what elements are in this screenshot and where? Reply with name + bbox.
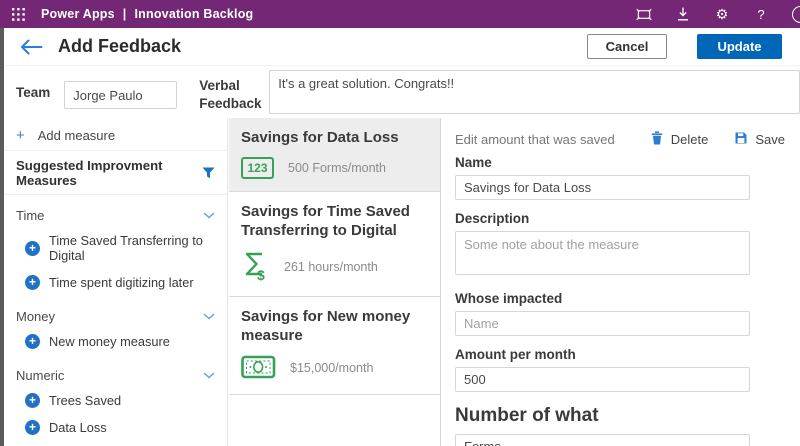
number-of-what-input[interactable] (455, 434, 750, 446)
app-name[interactable]: Power Apps (41, 7, 115, 21)
page-header: Add Feedback Cancel Update (4, 28, 800, 66)
description-textarea[interactable] (455, 231, 750, 275)
trash-icon (651, 131, 663, 148)
editor-heading: Edit amount that was saved (455, 132, 615, 147)
main-content: + Add measure Suggested Improvment Measu… (4, 118, 800, 446)
chevron-down-icon[interactable] (203, 212, 215, 219)
team-label: Team (16, 85, 50, 100)
verbal-feedback-label: Verbal Feedback (199, 77, 263, 112)
team-input[interactable] (64, 81, 177, 109)
measure-editor-panel: Edit amount that was saved Delete (442, 118, 800, 446)
product-name: Innovation Backlog (134, 7, 253, 21)
measure-title: Savings for Data Loss (241, 128, 428, 148)
avatar[interactable] (792, 6, 800, 23)
money-bill-icon (241, 355, 276, 382)
measure-card-new-money[interactable]: Savings for New money measure $15,000/mo… (229, 297, 440, 395)
back-arrow-icon[interactable] (20, 39, 43, 55)
sidebar-item-data-loss[interactable]: + Data Loss (4, 414, 227, 441)
svg-text:$: $ (257, 267, 265, 281)
add-circle-icon: + (25, 393, 40, 408)
chevron-down-icon[interactable] (203, 372, 215, 379)
sidebar-item-time-spent-digitizing[interactable]: + Time spent digitizing later (4, 269, 227, 296)
whose-impacted-label: Whose impacted (455, 291, 788, 306)
sidebar-item-label: Time Saved Transferring to Digital (49, 233, 217, 263)
add-circle-icon: + (25, 241, 40, 256)
description-label: Description (455, 211, 788, 226)
settings-gear-icon[interactable]: ⚙ (714, 6, 730, 22)
measure-title: Savings for Time Saved Transferring to D… (241, 202, 428, 241)
sidebar-item-label: Time spent digitizing later (49, 275, 194, 290)
measures-list: Savings for Data Loss 123 500 Forms/mont… (229, 118, 441, 446)
number-of-what-label: Number of what (455, 405, 788, 427)
save-floppy-icon (735, 132, 747, 147)
update-button[interactable]: Update (697, 34, 782, 59)
measure-title: Savings for New money measure (241, 307, 428, 346)
save-button[interactable]: Save (735, 132, 785, 147)
app-title-group: Power Apps | Innovation Backlog (41, 7, 253, 21)
group-label-text: Numeric (16, 368, 64, 383)
delete-label: Delete (671, 132, 709, 147)
save-label: Save (755, 132, 785, 147)
app-top-bar: Power Apps | Innovation Backlog ⚙ ? (0, 0, 800, 28)
add-circle-icon: + (25, 420, 40, 435)
group-label-text: Money (16, 309, 55, 324)
sidebar-item-trees-saved[interactable]: + Trees Saved (4, 387, 227, 414)
fit-to-screen-icon[interactable] (636, 6, 652, 22)
add-circle-icon: + (25, 334, 40, 349)
app-window: Power Apps | Innovation Backlog ⚙ ? (0, 0, 800, 446)
amount-per-month-input[interactable] (455, 367, 750, 392)
sidebar-group-numeric[interactable]: Numeric (4, 358, 227, 387)
numeric-123-icon: 123 (241, 157, 274, 179)
sidebar-group-time[interactable]: Time (4, 198, 227, 227)
measure-amount: 261 hours/month (284, 260, 378, 274)
group-label-text: Time (16, 208, 44, 223)
name-label: Name (455, 155, 788, 170)
help-icon[interactable]: ? (753, 6, 769, 22)
cancel-button[interactable]: Cancel (587, 34, 667, 59)
verbal-feedback-textarea[interactable]: It's a great solution. Congrats!! (269, 70, 800, 114)
measure-card-time-saved[interactable]: Savings for Time Saved Transferring to D… (229, 192, 440, 297)
sidebar-heading-label: Suggested Improvment Measures (16, 158, 202, 188)
download-icon[interactable] (675, 6, 691, 22)
sidebar-item-label: Data Loss (49, 420, 107, 435)
plus-icon: + (16, 129, 25, 142)
sidebar-heading: Suggested Improvment Measures (4, 151, 227, 195)
add-measure-button[interactable]: + Add measure (4, 120, 227, 151)
app-launcher-icon[interactable] (12, 8, 25, 21)
measure-amount: $15,000/month (290, 361, 373, 375)
name-input[interactable] (455, 175, 750, 200)
whose-impacted-input[interactable] (455, 311, 750, 336)
measure-card-data-loss[interactable]: Savings for Data Loss 123 500 Forms/mont… (229, 118, 440, 192)
sidebar-group-money[interactable]: Money (4, 299, 227, 328)
amount-per-month-label: Amount per month (455, 347, 788, 362)
chevron-down-icon[interactable] (203, 313, 215, 320)
window-edge (0, 28, 4, 446)
sidebar-item-time-saved-transferring[interactable]: + Time Saved Transferring to Digital (4, 227, 227, 269)
sidebar-item-label: Trees Saved (49, 393, 121, 408)
feedback-form-row: Team Verbal Feedback It's a great soluti… (4, 66, 800, 118)
measure-amount: 500 Forms/month (288, 161, 386, 175)
suggested-measures-sidebar: + Add measure Suggested Improvment Measu… (4, 118, 228, 446)
filter-icon[interactable] (202, 167, 215, 179)
add-measure-label: Add measure (38, 128, 115, 143)
page-title: Add Feedback (58, 36, 181, 57)
title-divider: | (123, 7, 127, 21)
topbar-icon-group: ⚙ ? (636, 6, 800, 23)
delete-button[interactable]: Delete (651, 131, 709, 148)
sidebar-item-new-money-measure[interactable]: + New money measure (4, 328, 227, 355)
add-circle-icon: + (25, 275, 40, 290)
sidebar-item-label: New money measure (49, 334, 170, 349)
hourglass-dollar-icon: $ (241, 250, 270, 284)
